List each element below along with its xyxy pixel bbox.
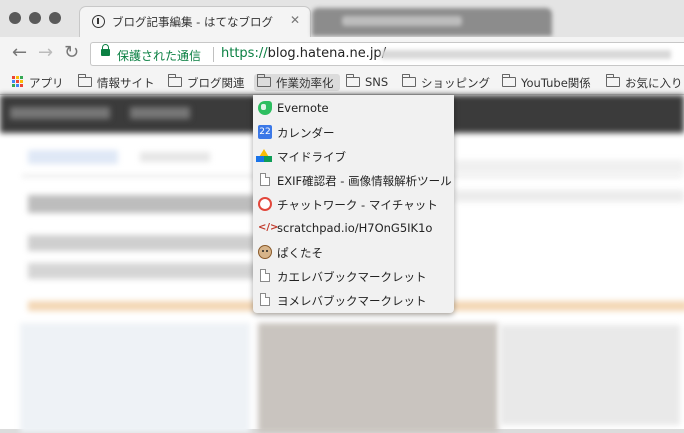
bookmark-label: アプリ	[29, 76, 64, 90]
bookmark-folder-info-sites[interactable]: 情報サイト	[78, 74, 160, 91]
bookmark-label: 情報サイト	[97, 76, 155, 90]
dropdown-item-label: チャットワーク - マイチャット	[277, 198, 438, 212]
dropdown-item-label: ヨメレバブックマークレット	[277, 294, 427, 308]
url-scheme: https://	[221, 46, 268, 61]
dropdown-item-label: Evernote	[277, 101, 329, 115]
title-field-blur	[28, 195, 258, 213]
secure-label[interactable]: 保護された通信	[117, 47, 201, 64]
dropdown-item-kaereba[interactable]: カエレバブックマークレット	[253, 264, 454, 288]
google-drive-icon	[256, 149, 272, 162]
dropdown-item-chatwork[interactable]: チャットワーク - マイチャット	[253, 192, 454, 216]
url-separator	[213, 47, 214, 62]
dropdown-item-label: カエレバブックマークレット	[277, 270, 427, 284]
forward-arrow-icon[interactable]: →	[38, 43, 53, 63]
bookmark-folder-blog[interactable]: ブログ関連	[168, 74, 250, 91]
dropdown-item-scratchpad[interactable]: </> scratchpad.io/H7OnG5IK1o	[253, 216, 454, 240]
bookmark-folder-shopping[interactable]: ショッピング	[402, 74, 494, 91]
bookmark-folder-sns[interactable]: SNS	[346, 74, 394, 91]
right-field2-blur	[455, 190, 684, 202]
bookmarks-bar: アプリ 情報サイト ブログ関連 作業効率化 SNS ショッピング YouTube…	[0, 70, 684, 95]
bookmark-folder-productivity[interactable]: 作業効率化	[254, 74, 340, 91]
image-preview-blur	[258, 323, 498, 433]
evernote-icon	[258, 101, 272, 115]
dropdown-item-pakutaso[interactable]: ぱくたそ	[253, 240, 454, 264]
dropdown-item-exif[interactable]: EXIF確認君 - 画像情報解析ツール	[253, 168, 454, 192]
hatena-favicon-icon	[92, 15, 105, 28]
dropdown-item-yomereba[interactable]: ヨメレバブックマークレット	[253, 288, 454, 312]
folder-icon	[168, 74, 182, 87]
bookmark-folder-dropdown: Evernote 22 カレンダー マイドライブ EXIF確認君 - 画像情報解…	[253, 95, 454, 313]
editor-pane-blur	[20, 323, 250, 433]
bookmark-label: お気に入り	[625, 76, 683, 90]
right-field-blur	[455, 160, 684, 174]
apps-grid-icon	[12, 76, 24, 88]
bookmark-label: SNS	[365, 75, 389, 89]
dropdown-item-evernote[interactable]: Evernote	[253, 96, 454, 120]
folder-icon	[346, 74, 360, 87]
tab-inactive[interactable]	[312, 8, 552, 36]
zoom-window-icon[interactable]	[49, 12, 61, 24]
dropdown-item-label: scratchpad.io/H7OnG5IK1o	[277, 221, 433, 235]
pakutaso-icon	[258, 245, 272, 259]
sidebar-list-blur	[500, 325, 680, 425]
lock-icon[interactable]	[101, 44, 110, 56]
address-bar[interactable]: 保護された通信 https://blog.hatena.ne.jp/	[90, 42, 684, 66]
toolbar-row2-blur	[28, 263, 258, 279]
bookmark-label: ブログ関連	[187, 76, 245, 90]
folder-icon	[606, 74, 620, 87]
tab-strip: ブログ記事編集 - はてなブログ ✕	[0, 0, 684, 37]
calendar-icon: 22	[258, 125, 272, 139]
page-icon	[260, 269, 270, 282]
dropdown-item-label: ぱくたそ	[277, 246, 323, 260]
folder-icon	[257, 74, 271, 87]
toolbar-row1-blur	[28, 235, 258, 251]
url-host: blog.hatena.ne.jp	[267, 46, 382, 61]
dropdown-item-label: マイドライブ	[277, 150, 346, 164]
folder-icon	[402, 74, 416, 87]
tab-close-icon[interactable]: ✕	[290, 13, 300, 27]
dropdown-item-calendar[interactable]: 22 カレンダー	[253, 120, 454, 144]
bookmark-apps[interactable]: アプリ	[12, 74, 68, 91]
page-icon	[260, 293, 270, 306]
code-icon: </>	[258, 222, 279, 233]
tab-active[interactable]: ブログ記事編集 - はてなブログ ✕	[80, 7, 310, 37]
bookmark-label: ショッピング	[421, 76, 490, 90]
tab-inactive-title	[342, 16, 462, 26]
header-item-blur	[130, 107, 190, 119]
url-path-blurred	[381, 50, 671, 59]
url-text[interactable]: https://blog.hatena.ne.jp/	[221, 46, 386, 61]
folder-icon	[502, 74, 516, 87]
bookmark-label: YouTube関係	[521, 76, 591, 90]
bookmark-folder-youtube[interactable]: YouTube関係	[502, 74, 598, 91]
close-window-icon[interactable]	[9, 12, 21, 24]
minimize-window-icon[interactable]	[29, 12, 41, 24]
back-arrow-icon[interactable]: ←	[12, 43, 27, 63]
dropdown-item-my-drive[interactable]: マイドライブ	[253, 144, 454, 168]
bookmark-label: 作業効率化	[276, 76, 334, 90]
editor-tab-blur	[28, 150, 118, 164]
page-icon	[260, 173, 270, 186]
dropdown-item-label: EXIF確認君 - 画像情報解析ツール	[277, 174, 452, 188]
dropdown-item-label: カレンダー	[277, 126, 335, 140]
chatwork-icon	[258, 197, 272, 211]
reload-icon[interactable]: ↻	[64, 43, 79, 63]
bookmark-folder-favorites[interactable]: お気に入り	[606, 74, 684, 91]
folder-icon	[78, 74, 92, 87]
editor-tab2-blur	[140, 152, 210, 162]
tab-title: ブログ記事編集 - はてなブログ	[112, 15, 273, 29]
header-logo-blur	[10, 107, 110, 119]
toolbar: ← → ↻ 保護された通信 https://blog.hatena.ne.jp/	[0, 37, 684, 70]
